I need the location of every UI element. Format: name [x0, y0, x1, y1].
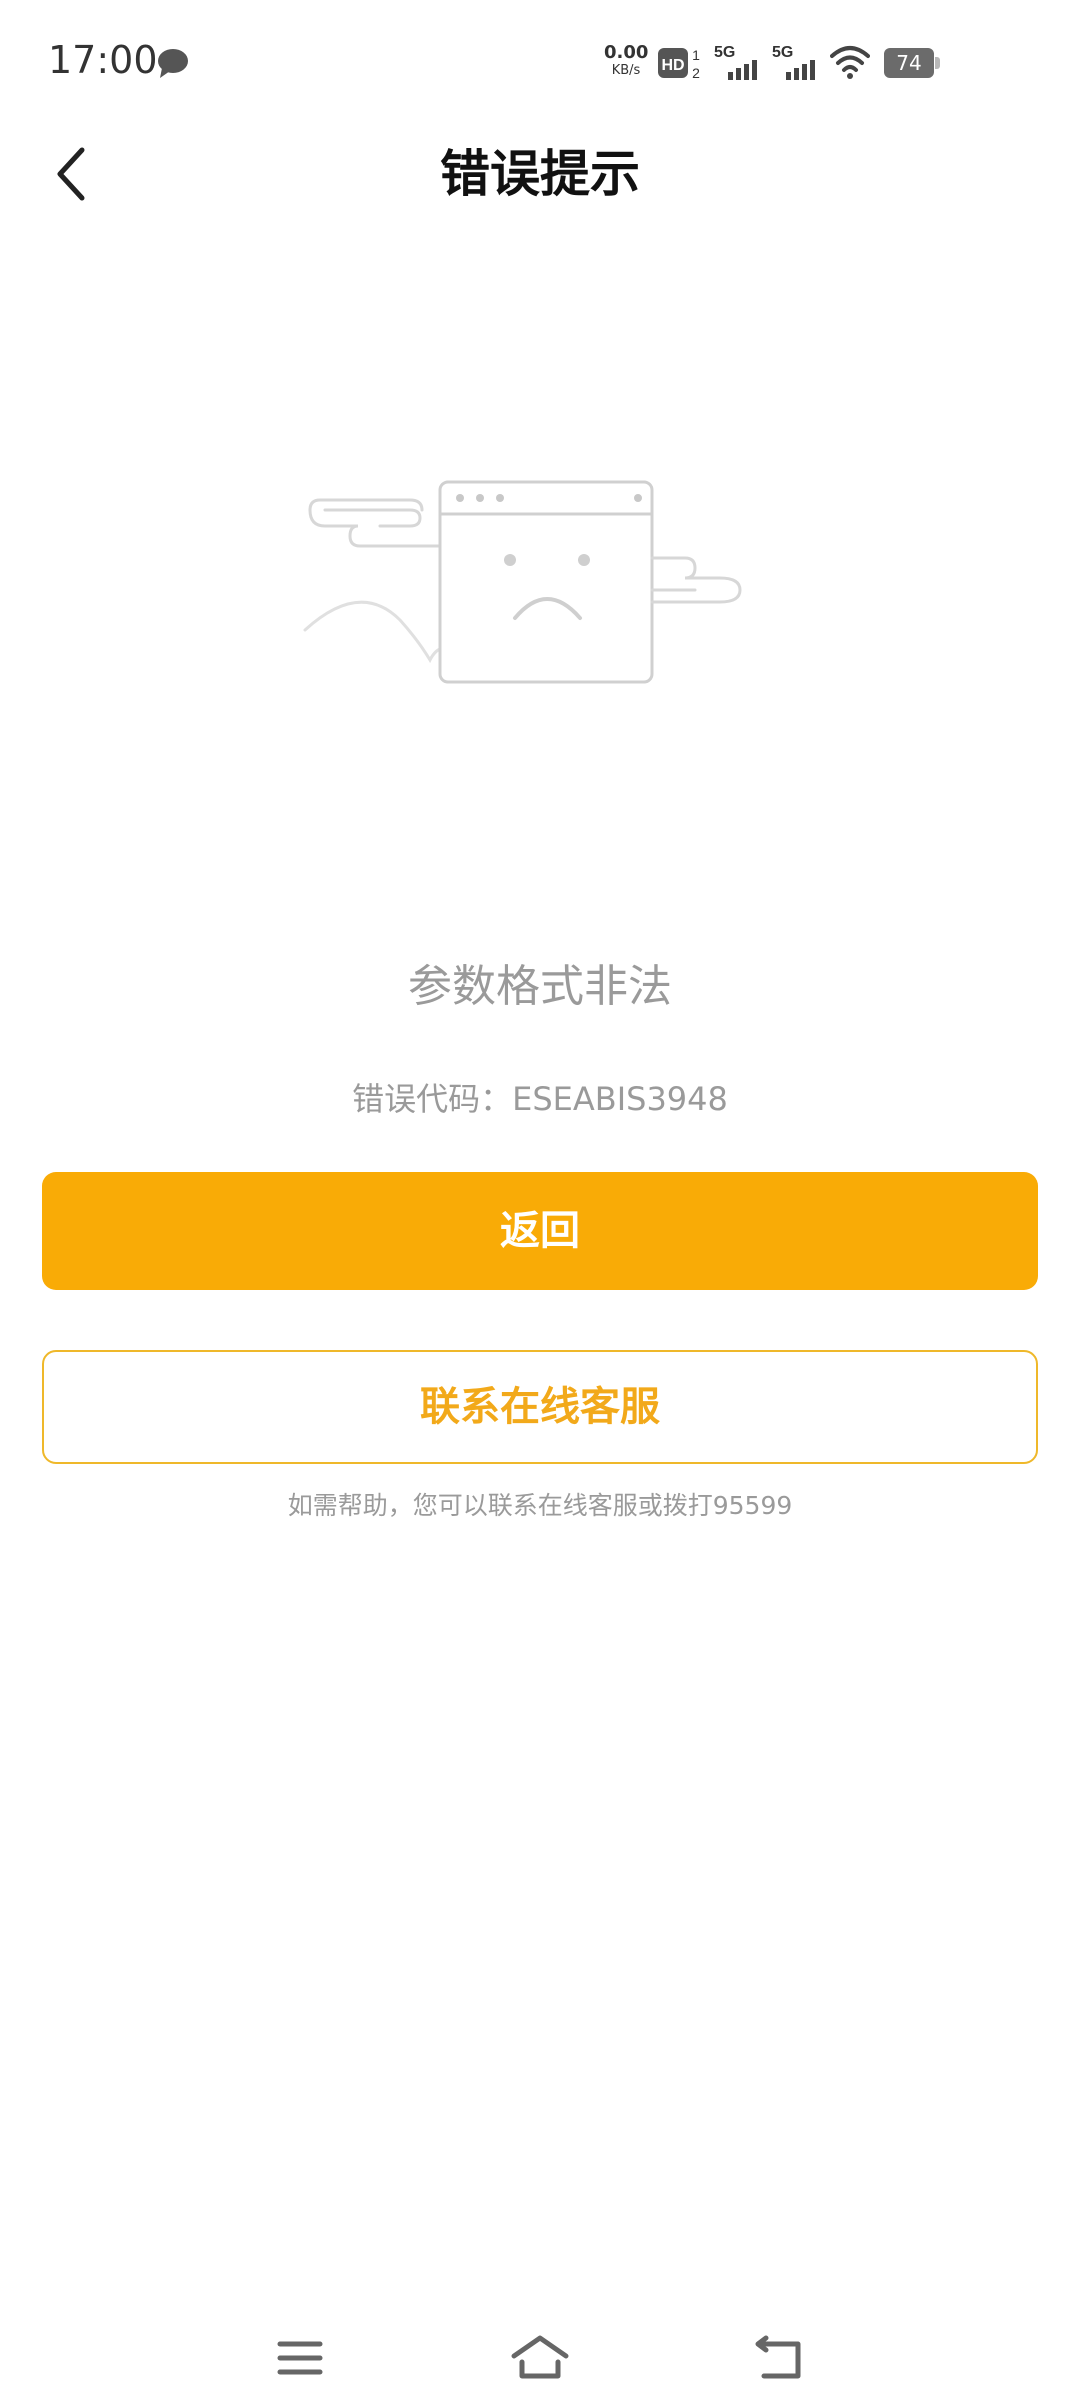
menu-icon: [277, 2341, 323, 2375]
network-speed-unit: KB/s: [611, 63, 641, 78]
svg-text:HD: HD: [661, 57, 684, 74]
page-title: 错误提示: [440, 145, 640, 203]
svg-text:2: 2: [692, 65, 700, 81]
chat-bubble-icon: [158, 49, 188, 78]
cloud-left: [323, 508, 422, 528]
system-home-button[interactable]: [502, 2320, 578, 2396]
wifi-icon: [830, 46, 870, 79]
network-type-label: 5G: [714, 44, 735, 61]
cloud-left-2: [308, 508, 452, 548]
error-message: 参数格式非法: [408, 961, 672, 1012]
help-text: 如需帮助，您可以联系在线客服或拨打95599: [287, 1491, 793, 1520]
home-icon: [511, 2335, 569, 2379]
signal-strength-icon: 5G: [772, 44, 815, 80]
system-menu-button[interactable]: [262, 2320, 338, 2396]
contact-service-button[interactable]: 联系在线客服: [42, 1350, 1038, 1464]
status-bar: 17:00 0.00 KB/s HD 1 2 5G 5G 74: [0, 0, 1080, 124]
hd-volte-icon: HD 1 2: [658, 47, 700, 81]
error-page: 17:00 0.00 KB/s HD 1 2 5G 5G 74 错误提示 参数格…: [0, 0, 1080, 2408]
system-back-button[interactable]: [742, 2320, 818, 2396]
chevron-left-icon: [57, 147, 85, 201]
error-illustration: [303, 480, 742, 684]
navigation-bar: 错误提示: [0, 124, 1080, 224]
return-button[interactable]: 返回: [42, 1172, 1038, 1290]
network-type-label: 5G: [772, 44, 793, 61]
battery-level: 74: [896, 51, 922, 75]
svg-text:1: 1: [692, 47, 700, 63]
browser-window: [438, 480, 654, 684]
back-button[interactable]: [30, 134, 110, 214]
battery-icon: 74: [884, 48, 940, 78]
back-icon: [755, 2335, 801, 2379]
error-code: 错误代码：ESEABIS3948: [352, 1080, 728, 1118]
sad-face-eye-left: [504, 554, 516, 566]
signal-strength-icon: 5G: [714, 44, 757, 80]
status-time: 17:00: [48, 38, 158, 82]
system-navigation-bar: [0, 2300, 1080, 2408]
sad-face-eye-right: [578, 554, 590, 566]
network-speed: 0.00 KB/s: [604, 42, 649, 78]
cloud-right: [650, 556, 742, 604]
battery-cap: [935, 57, 940, 69]
network-speed-value: 0.00: [604, 42, 649, 63]
